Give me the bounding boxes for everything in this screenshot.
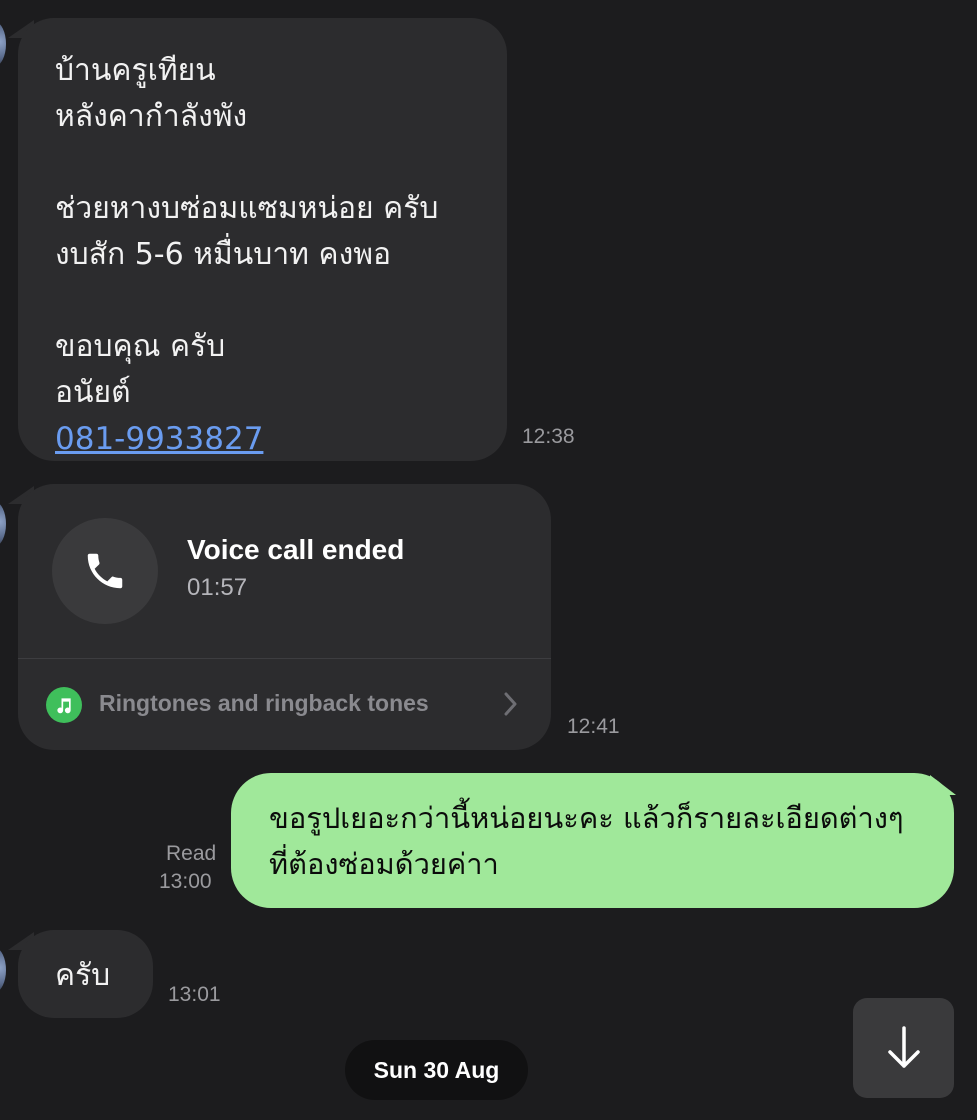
message-timestamp: 13:00 — [159, 870, 212, 893]
outgoing-message-bubble[interactable]: ขอรูปเยอะกว่านี้หน่อยนะคะ แล้วก็รายละเอี… — [231, 773, 954, 908]
music-note-icon — [46, 687, 82, 723]
message-text: ครับ — [55, 958, 111, 993]
ringtones-link-row[interactable]: Ringtones and ringback tones — [18, 659, 551, 750]
incoming-message-bubble[interactable]: ครับ — [18, 930, 153, 1018]
read-receipt: Read 13:00 — [159, 842, 217, 894]
message-text: บ้านครูเทียน หลังคากำลังพัง ช่วยหางบซ่อม… — [55, 48, 487, 463]
message-text: ขอรูปเยอะกว่านี้หน่อยนะคะ แล้วก็รายละเอี… — [269, 801, 904, 881]
chat-screen: บ้านครูเทียน หลังคากำลังพัง ช่วยหางบซ่อม… — [0, 0, 977, 1120]
voice-call-card[interactable]: Voice call ended 01:57 Ringtones and rin… — [18, 484, 551, 750]
message-timestamp: 13:01 — [168, 983, 221, 1006]
scroll-to-bottom-button[interactable] — [853, 998, 954, 1098]
sender-avatar[interactable] — [0, 22, 6, 66]
arrow-down-icon — [887, 1026, 920, 1068]
phone-number-link[interactable]: 081-9933827 — [55, 421, 263, 457]
chevron-right-icon — [503, 691, 519, 721]
incoming-message-bubble[interactable]: บ้านครูเทียน หลังคากำลังพัง ช่วยหางบซ่อม… — [18, 18, 507, 461]
sender-avatar[interactable] — [0, 948, 6, 992]
call-duration: 01:57 — [187, 574, 248, 601]
phone-icon[interactable] — [52, 518, 158, 624]
message-body: บ้านครูเทียน หลังคากำลังพัง ช่วยหางบซ่อม… — [55, 53, 439, 410]
read-status: Read — [166, 842, 217, 865]
message-timestamp: 12:41 — [567, 715, 620, 738]
date-divider: Sun 30 Aug — [345, 1040, 528, 1100]
message-timestamp: 12:38 — [522, 425, 575, 448]
ringtones-label: Ringtones and ringback tones — [99, 690, 429, 716]
call-status-title: Voice call ended — [187, 534, 405, 565]
sender-avatar[interactable] — [0, 502, 6, 546]
